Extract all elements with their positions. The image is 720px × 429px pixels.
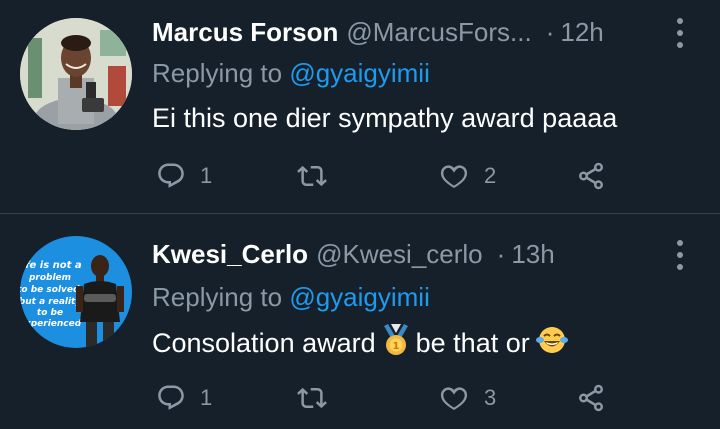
separator-dot: · — [496, 238, 506, 269]
like-count: 2 — [484, 163, 497, 188]
tears-of-joy-emoji — [535, 325, 568, 362]
author-handle[interactable]: @Kwesi_cerlo — [316, 239, 483, 270]
share-button[interactable] — [576, 378, 606, 418]
author-handle[interactable]: @MarcusFors... — [346, 17, 531, 48]
more-icon[interactable] — [676, 18, 684, 48]
author-name[interactable]: Marcus Forson — [152, 17, 338, 48]
retweet-icon — [297, 165, 327, 187]
svg-text:to be solved,: to be solved, — [20, 285, 83, 295]
tweet-actions: 1 3 — [156, 378, 616, 418]
reply-count: 1 — [200, 385, 213, 410]
tweet-actions: 1 2 — [156, 156, 616, 196]
svg-text:1: 1 — [392, 341, 399, 352]
like-button[interactable]: 3 — [438, 378, 496, 418]
tweet-text: Ei this one dier sympathy award paaaa — [152, 103, 618, 133]
tweet-header: Kwesi_Cerlo @Kwesi_cerlo · 13h — [152, 236, 555, 272]
retweet-button[interactable] — [296, 378, 342, 418]
share-icon — [579, 384, 603, 412]
timestamp[interactable]: 13h — [511, 239, 554, 270]
like-count: 3 — [484, 385, 497, 410]
share-button[interactable] — [576, 156, 606, 196]
replying-to: Replying to @gyaigyimii — [152, 282, 430, 313]
heart-icon — [440, 165, 468, 188]
medal-emoji: 1 — [382, 324, 410, 363]
heart-icon — [440, 387, 468, 410]
separator-dot: · — [545, 16, 555, 47]
mention-link[interactable]: @gyaigyimii — [289, 58, 430, 88]
replying-to-label: Replying to — [152, 282, 290, 312]
tweet-text-part-1: Consolation award — [152, 328, 376, 358]
svg-text:experienced: experienced — [20, 319, 82, 329]
reply-count: 1 — [200, 163, 213, 188]
tweet-text-part-2: be that or — [415, 328, 530, 358]
svg-text:life is not a: life is not a — [20, 260, 82, 271]
reply-button[interactable]: 1 — [156, 378, 212, 418]
retweet-icon — [297, 387, 327, 409]
like-button[interactable]: 2 — [438, 156, 496, 196]
reply-button[interactable]: 1 — [156, 156, 212, 196]
tweet-text: Consolation award 1 be that or — [152, 324, 574, 363]
mention-link[interactable]: @gyaigyimii — [289, 282, 430, 312]
svg-text:but a reality: but a reality — [20, 297, 82, 307]
replying-to-label: Replying to — [152, 58, 290, 88]
timestamp[interactable]: 12h — [560, 17, 603, 48]
author-name[interactable]: Kwesi_Cerlo — [152, 239, 308, 270]
reply-icon — [158, 385, 184, 410]
svg-text:to be: to be — [37, 308, 63, 318]
retweet-button[interactable] — [296, 156, 342, 196]
replying-to: Replying to @gyaigyimii — [152, 58, 430, 89]
avatar-marcus-forson[interactable] — [20, 18, 132, 130]
svg-text:problem: problem — [28, 273, 71, 283]
share-icon — [579, 162, 603, 190]
tweet-marcus-forson[interactable]: Marcus Forson @MarcusFors... · 12h Reply… — [0, 0, 720, 214]
reply-icon — [158, 163, 184, 188]
more-icon[interactable] — [676, 240, 684, 270]
tweet-kwesi-cerlo[interactable]: life is not a problem to be solved, but … — [0, 214, 720, 429]
tweet-header: Marcus Forson @MarcusFors... · 12h — [152, 14, 604, 50]
avatar-kwesi-cerlo[interactable]: life is not a problem to be solved, but … — [20, 236, 132, 348]
